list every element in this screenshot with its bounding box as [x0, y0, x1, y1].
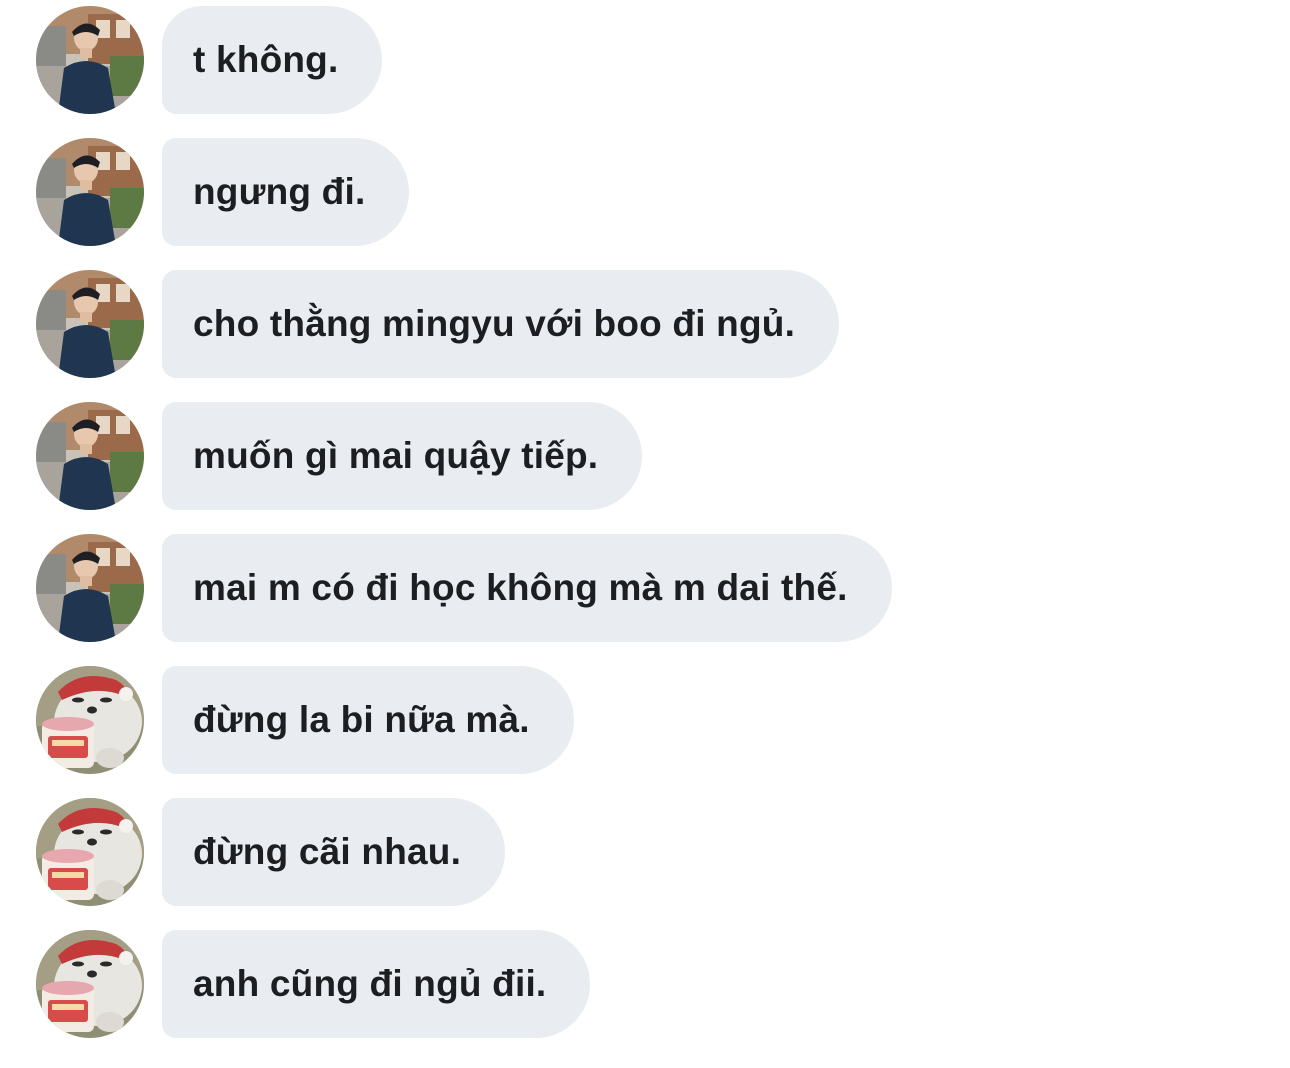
message-row: đừng cãi nhau.	[36, 798, 506, 906]
message-row: ngưng đi.	[36, 138, 410, 246]
message-text: cho thằng mingyu với boo đi ngủ.	[193, 303, 796, 344]
message-row: anh cũng đi ngủ đii.	[36, 930, 591, 1038]
message-thread: t không. ngưng đi. cho thằng mingyu với …	[0, 0, 1290, 1068]
message-bubble[interactable]: ngưng đi.	[162, 138, 410, 246]
avatar[interactable]	[36, 534, 144, 642]
message-text: t không.	[193, 39, 339, 80]
message-row: cho thằng mingyu với boo đi ngủ.	[36, 270, 840, 378]
message-row: muốn gì mai quậy tiếp.	[36, 402, 643, 510]
avatar[interactable]	[36, 930, 144, 1038]
avatar[interactable]	[36, 138, 144, 246]
message-row: mai m có đi học không mà m dai thế.	[36, 534, 892, 642]
message-text: ngưng đi.	[193, 171, 366, 212]
message-bubble[interactable]: anh cũng đi ngủ đii.	[162, 930, 591, 1038]
message-text: đừng la bi nữa mà.	[193, 699, 530, 740]
message-text: đừng cãi nhau.	[193, 831, 462, 872]
message-bubble[interactable]: mai m có đi học không mà m dai thế.	[162, 534, 892, 642]
message-bubble[interactable]: t không.	[162, 6, 383, 114]
message-bubble[interactable]: đừng la bi nữa mà.	[162, 666, 574, 774]
avatar[interactable]	[36, 402, 144, 510]
message-row: đừng la bi nữa mà.	[36, 666, 574, 774]
message-bubble[interactable]: cho thằng mingyu với boo đi ngủ.	[162, 270, 840, 378]
avatar[interactable]	[36, 6, 144, 114]
avatar[interactable]	[36, 798, 144, 906]
message-text: muốn gì mai quậy tiếp.	[193, 435, 599, 476]
avatar[interactable]	[36, 270, 144, 378]
message-text: anh cũng đi ngủ đii.	[193, 963, 547, 1004]
message-bubble[interactable]: muốn gì mai quậy tiếp.	[162, 402, 643, 510]
message-row: t không.	[36, 6, 383, 114]
avatar[interactable]	[36, 666, 144, 774]
message-text: mai m có đi học không mà m dai thế.	[193, 567, 848, 608]
message-bubble[interactable]: đừng cãi nhau.	[162, 798, 506, 906]
